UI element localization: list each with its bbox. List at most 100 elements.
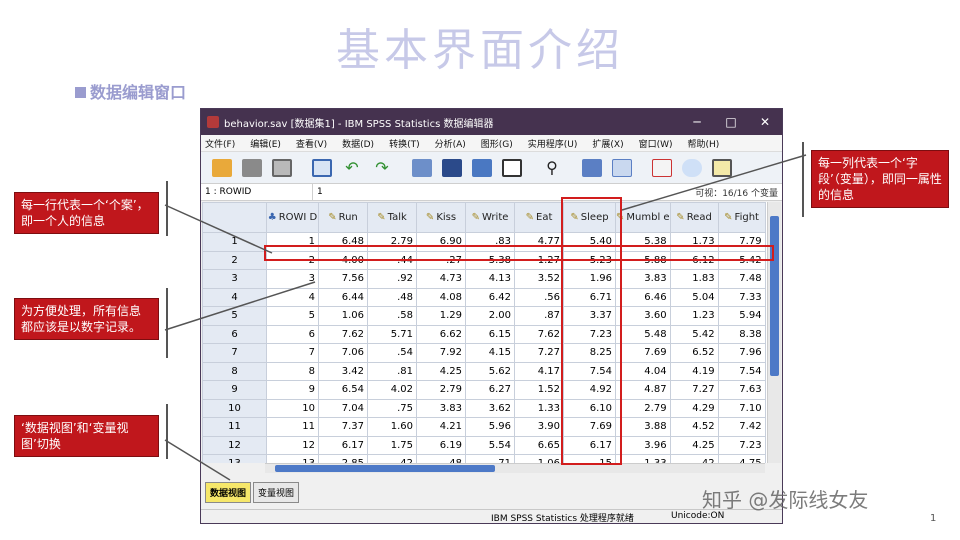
data-cell[interactable]: 6.44 (318, 287, 368, 307)
data-cell[interactable]: 6.52 (669, 343, 719, 363)
data-cell[interactable]: 3 (266, 269, 319, 289)
data-cell[interactable]: 1.29 (416, 306, 466, 326)
data-cell[interactable]: 5.96 (465, 417, 515, 437)
data-cell[interactable]: 6 (266, 324, 319, 344)
column-header[interactable]: ♣ ROWI D (266, 202, 319, 233)
data-cell[interactable]: .87 (514, 306, 564, 326)
add-icon[interactable] (709, 156, 735, 180)
data-cell[interactable]: 2.79 (615, 398, 671, 418)
data-cell[interactable]: 7.92 (416, 343, 466, 363)
data-cell[interactable]: 7.54 (563, 361, 616, 381)
menu-item[interactable]: 窗口(W) (639, 137, 673, 150)
row-number[interactable]: 10 (202, 398, 267, 418)
data-cell[interactable]: 1.96 (563, 269, 616, 289)
save-icon[interactable] (239, 156, 265, 180)
column-header[interactable]: ✎ Run (318, 202, 368, 233)
data-cell[interactable]: 3.60 (615, 306, 671, 326)
data-cell[interactable]: 5.42 (669, 324, 719, 344)
data-cell[interactable]: 7.37 (318, 417, 368, 437)
data-cell[interactable]: 6.27 (465, 380, 515, 400)
data-cell[interactable]: 4.87 (615, 380, 671, 400)
data-cell[interactable]: 1.27 (514, 250, 564, 270)
data-cell[interactable]: .27 (416, 250, 466, 270)
data-cell[interactable]: .83 (465, 232, 515, 252)
data-cell[interactable]: 4.29 (669, 398, 719, 418)
data-cell[interactable]: 6.19 (416, 435, 466, 455)
data-cell[interactable]: 1.33 (514, 398, 564, 418)
column-header[interactable]: ✎ Kiss (416, 202, 466, 233)
row-number[interactable]: 2 (202, 250, 267, 270)
cell-value-input[interactable]: 1 (313, 187, 695, 197)
data-cell[interactable]: .42 (367, 454, 417, 463)
maximize-button[interactable]: □ (714, 115, 748, 129)
row-number[interactable]: 7 (202, 343, 267, 363)
row-number[interactable]: 8 (202, 361, 267, 381)
data-cell[interactable]: 5.38 (615, 232, 671, 252)
data-cell[interactable]: .71 (465, 454, 515, 463)
data-cell[interactable]: 4 (266, 287, 319, 307)
data-cell[interactable]: 1.06 (514, 454, 564, 463)
data-cell[interactable]: 7.23 (717, 435, 766, 455)
column-header[interactable]: ✎ Eat (514, 202, 564, 233)
data-cell[interactable]: 4.17 (514, 361, 564, 381)
data-cell[interactable]: .58 (367, 306, 417, 326)
data-cell[interactable]: 7.06 (318, 343, 368, 363)
data-cell[interactable]: 4.75 (717, 454, 766, 463)
data-cell[interactable]: 6.10 (563, 398, 616, 418)
data-cell[interactable]: 7 (266, 343, 319, 363)
data-cell[interactable]: 2.85 (318, 454, 368, 463)
tab-variable-view[interactable]: 变量视图 (253, 482, 300, 503)
row-number[interactable]: 13 (202, 454, 267, 463)
data-cell[interactable]: 7.62 (514, 324, 564, 344)
data-cell[interactable]: 6.46 (615, 287, 671, 307)
data-cell[interactable]: 6.71 (563, 287, 616, 307)
data-cell[interactable]: 4.77 (514, 232, 564, 252)
data-cell[interactable]: 3.37 (563, 306, 616, 326)
data-cell[interactable]: .42 (669, 454, 719, 463)
data-cell[interactable]: 5.94 (717, 306, 766, 326)
select-cases-icon[interactable] (609, 156, 635, 180)
row-number[interactable]: 12 (202, 435, 267, 455)
data-cell[interactable]: 5 (266, 306, 319, 326)
data-cell[interactable]: 3.90 (514, 417, 564, 437)
undo-icon[interactable]: ↶ (339, 156, 365, 180)
redo-icon[interactable]: ↷ (369, 156, 395, 180)
data-cell[interactable]: 1.83 (669, 269, 719, 289)
close-button[interactable]: ✕ (748, 115, 782, 129)
data-cell[interactable]: .75 (367, 398, 417, 418)
data-cell[interactable]: 7.23 (563, 324, 616, 344)
data-cell[interactable]: 13 (266, 454, 319, 463)
row-number[interactable]: 6 (202, 324, 267, 344)
data-cell[interactable]: 3.52 (514, 269, 564, 289)
data-cell[interactable]: 4.19 (669, 361, 719, 381)
row-number[interactable]: 5 (202, 306, 267, 326)
data-cell[interactable]: .48 (416, 454, 466, 463)
variables-icon[interactable] (469, 156, 495, 180)
menu-item[interactable]: 图形(G) (481, 137, 513, 150)
data-cell[interactable]: 11 (266, 417, 319, 437)
data-cell[interactable]: 4.02 (367, 380, 417, 400)
data-cell[interactable]: 7.69 (563, 417, 616, 437)
data-cell[interactable]: 5.40 (563, 232, 616, 252)
data-cell[interactable]: 7.56 (318, 269, 368, 289)
data-cell[interactable]: .81 (367, 361, 417, 381)
data-cell[interactable]: 6.54 (318, 380, 368, 400)
data-cell[interactable]: 3.88 (615, 417, 671, 437)
menu-item[interactable]: 扩展(X) (592, 137, 623, 150)
menu-item[interactable]: 帮助(H) (688, 137, 720, 150)
data-cell[interactable]: 6.62 (416, 324, 466, 344)
column-header[interactable]: ✎ Talk (367, 202, 417, 233)
data-cell[interactable]: 5.04 (669, 287, 719, 307)
data-cell[interactable]: 7.27 (514, 343, 564, 363)
data-cell[interactable]: 8.25 (563, 343, 616, 363)
menu-item[interactable]: 数据(D) (342, 137, 374, 150)
data-cell[interactable]: 1.33 (615, 454, 671, 463)
open-file-icon[interactable] (209, 156, 235, 180)
data-cell[interactable]: 5.38 (465, 250, 515, 270)
data-cell[interactable]: 7.62 (318, 324, 368, 344)
data-cell[interactable]: 4.13 (465, 269, 515, 289)
data-cell[interactable]: 6.48 (318, 232, 368, 252)
data-cell[interactable]: 10 (266, 398, 319, 418)
data-cell[interactable]: .15 (563, 454, 616, 463)
goto-variable-icon[interactable] (439, 156, 465, 180)
